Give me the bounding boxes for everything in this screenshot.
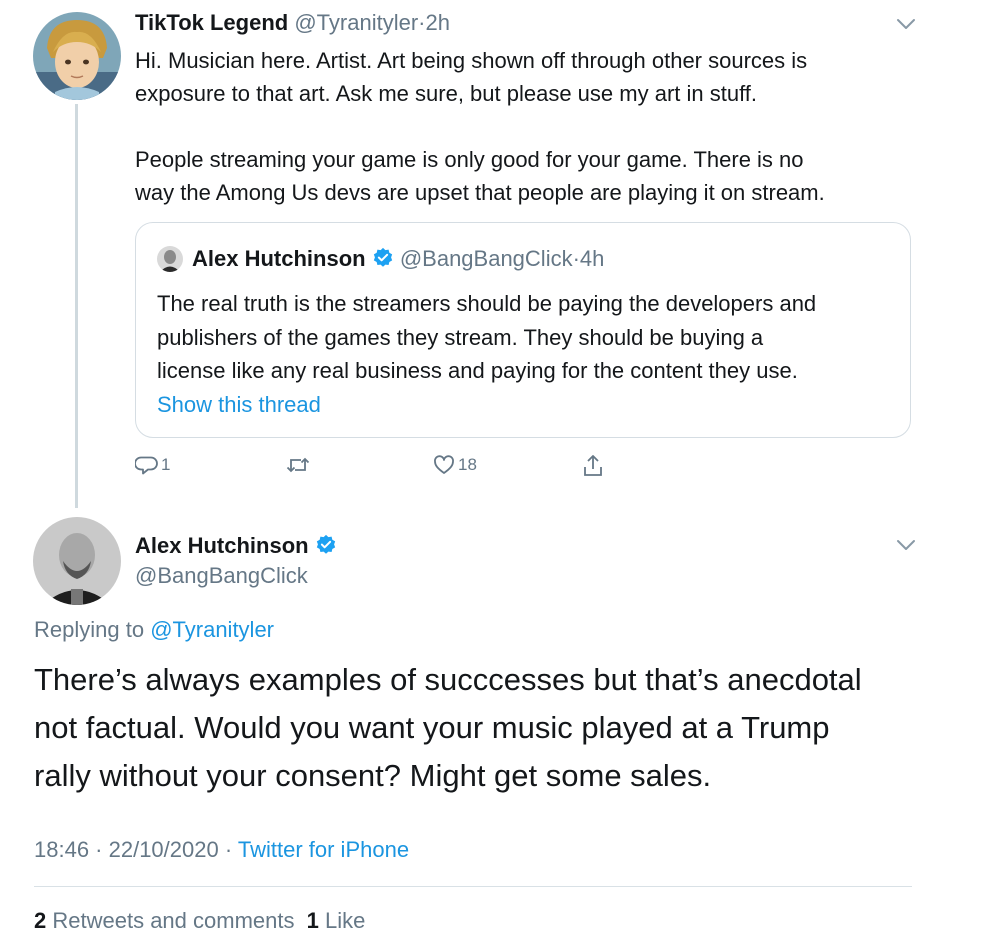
thread-connector-line — [75, 104, 78, 508]
divider — [34, 886, 912, 887]
tweet-client-link[interactable]: Twitter for iPhone — [238, 837, 409, 862]
main-tweet-author-name[interactable]: Alex Hutchinson — [135, 532, 337, 560]
tweet-text-line: There’s always examples of succcesses bu… — [34, 662, 862, 697]
author-handle[interactable]: @Tyranityler — [294, 10, 418, 35]
avatar-tiktok-legend[interactable] — [33, 12, 121, 100]
retweet-icon — [286, 457, 310, 473]
tweet-meta: 18:46 · 22/10/2020 · Twitter for iPhone — [34, 836, 409, 864]
likes-count: 1 — [306, 908, 319, 933]
replying-to: Replying to @Tyranityler — [34, 616, 274, 644]
like-button[interactable]: 18 — [432, 453, 477, 477]
chevron-down-icon[interactable] — [895, 538, 917, 552]
quoted-tweet-header: Alex Hutchinson @BangBangClick·4h — [192, 245, 604, 273]
tweet-text-line: publishers of the games they stream. The… — [157, 324, 764, 350]
verified-badge-icon — [373, 248, 392, 267]
replying-to-label: Replying to — [34, 617, 145, 642]
reply-icon — [135, 456, 158, 475]
parent-tweet-text: Hi. Musician here. Artist. Art being sho… — [135, 44, 825, 209]
share-button[interactable] — [581, 453, 605, 479]
like-count: 18 — [458, 455, 477, 474]
separator: · — [572, 246, 580, 271]
tweet-time: 4h — [579, 246, 605, 271]
retweets-count: 2 — [34, 908, 47, 933]
tweet-text-line: The real truth is the streamers should b… — [157, 291, 817, 316]
replying-to-handle[interactable]: @Tyranityler — [150, 617, 274, 642]
tweet-text-line: license like any real business and payin… — [157, 358, 798, 383]
tweet-text-line: exposure to that art. Ask me sure, but p… — [135, 81, 758, 106]
retweets-label: Retweets and comments — [52, 908, 295, 933]
reply-count: 1 — [161, 455, 171, 474]
tweet-text-line: People streaming your game is only good … — [135, 147, 804, 172]
parent-tweet-header: TikTok Legend @Tyranityler·2h — [135, 9, 450, 37]
show-thread-link[interactable]: Show this thread — [157, 388, 816, 422]
retweet-button[interactable] — [285, 453, 311, 477]
main-tweet-handle[interactable]: @BangBangClick — [135, 562, 308, 590]
tweet-text-line: Hi. Musician here. Artist. Art being sho… — [135, 48, 808, 73]
reply-button[interactable]: 1 — [135, 453, 170, 477]
author-name[interactable]: Alex Hutchinson — [135, 533, 309, 558]
quoted-tweet-text: The real truth is the streamers should b… — [157, 287, 816, 421]
likes-label: Like — [324, 908, 366, 933]
like-icon — [434, 455, 454, 474]
chevron-down-icon[interactable] — [895, 17, 917, 31]
share-icon — [584, 455, 602, 476]
tweet-text-line: way the Among Us devs are upset that peo… — [135, 180, 825, 205]
avatar-alex-hutchinson[interactable] — [33, 517, 121, 605]
avatar-alex-small — [157, 246, 183, 272]
tweet-timestamp[interactable]: 18:46 · 22/10/2020 · — [34, 837, 232, 862]
tweet-text-line: not factual. Would you want your music p… — [34, 710, 830, 745]
retweets-stat[interactable]: 2 Retweets and comments — [34, 908, 301, 933]
engagement-stats: 2 Retweets and comments 1 Like — [34, 907, 365, 935]
tweet-text-line: rally without your consent? Might get so… — [34, 758, 712, 793]
quoted-tweet-card[interactable]: Alex Hutchinson @BangBangClick·4h The re… — [135, 222, 911, 438]
likes-stat[interactable]: 1 Like — [307, 908, 366, 933]
author-name: Alex Hutchinson — [192, 246, 366, 271]
author-name[interactable]: TikTok Legend — [135, 10, 288, 35]
verified-badge-icon — [316, 535, 335, 554]
author-handle: @BangBangClick — [399, 246, 573, 271]
tweet-time[interactable]: 2h — [425, 10, 449, 35]
main-tweet-text: There’s always examples of succcesses bu… — [34, 656, 862, 800]
